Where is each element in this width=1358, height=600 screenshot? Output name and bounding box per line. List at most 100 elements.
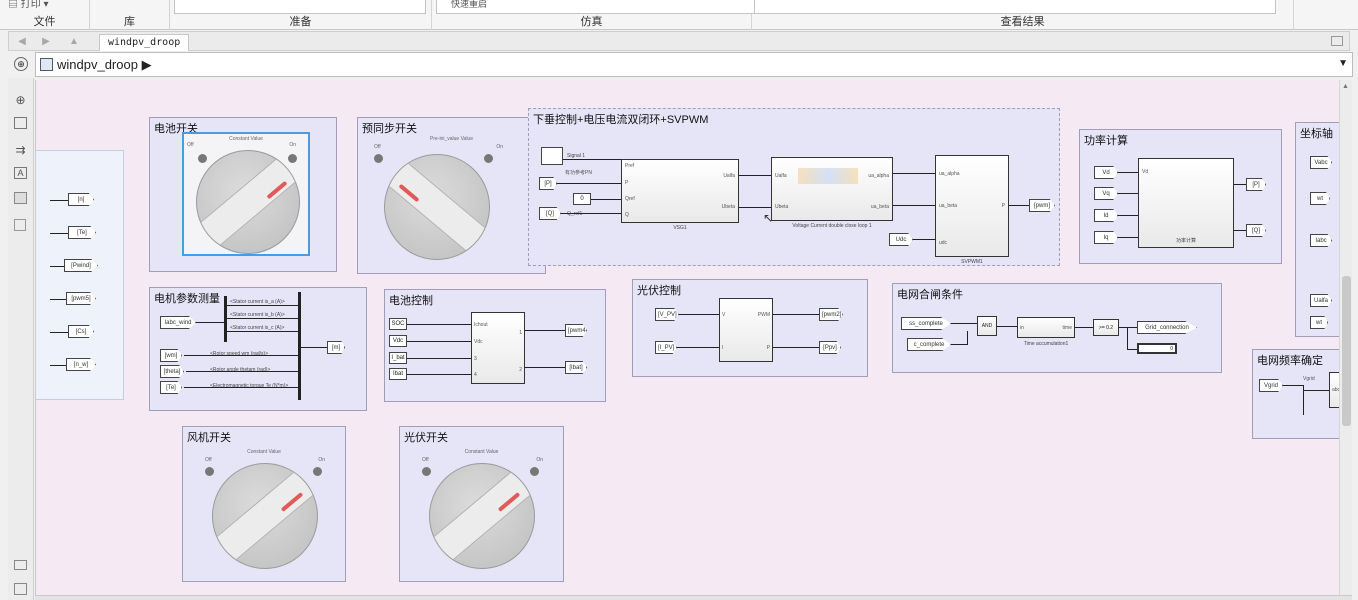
left-subsystem[interactable]: [n] [Te] [Pwind] [pwm5] [Cs] [n_w] [36, 150, 124, 400]
goto-tag[interactable]: [Ppv] [819, 341, 841, 354]
panel-menu-icon[interactable] [1331, 36, 1343, 46]
forward-button[interactable]: ▶ [39, 35, 53, 48]
mppt-block[interactable]: V I PWM P [719, 298, 773, 362]
battery-switch-subsystem[interactable]: 电池开关 Constant Value Off On [149, 117, 337, 272]
pv-control-subsystem[interactable]: 光伏控制 [V_PV] [I_PV] V I PWM P [pwm2] [Ppv… [632, 279, 868, 377]
goto-tag[interactable]: [Pwind] [64, 259, 98, 272]
goto-tag[interactable]: Grid_connection [1137, 321, 1197, 334]
zoom-icon[interactable]: ⊕ [12, 92, 29, 108]
screenshot-icon[interactable] [14, 560, 27, 570]
print-button[interactable]: ▤ 打印 ▾ [8, 0, 78, 12]
wind-switch-subsystem[interactable]: 风机开关 Constant Value Off On [182, 426, 346, 582]
compare-block[interactable]: >= 0.2 [1093, 319, 1119, 336]
goto-tag[interactable]: [Te] [160, 381, 182, 394]
from-tag[interactable]: Ualfa [1310, 294, 1332, 307]
goto-tag[interactable]: [pwm2] [819, 308, 843, 321]
breadcrumb[interactable]: windpv_droop ▶ [57, 57, 152, 73]
arrow-icon[interactable]: ⇉ [12, 142, 29, 158]
from-tag[interactable]: Ibat [389, 368, 407, 380]
knob-dial[interactable] [384, 154, 490, 260]
area-icon[interactable] [14, 219, 26, 231]
from-tag[interactable]: Id [1094, 209, 1118, 222]
goto-tag[interactable]: [Cs] [68, 325, 94, 338]
goto-tag[interactable]: [pwm] [1029, 199, 1055, 212]
goto-tag[interactable]: [pwm4] [565, 324, 587, 337]
scroll-up-icon[interactable]: ▲ [1342, 83, 1349, 90]
from-tag[interactable]: [V_PV] [655, 308, 679, 321]
step-icon[interactable] [541, 147, 563, 165]
back-button[interactable]: ◀ [15, 35, 29, 48]
explorer-icon[interactable] [14, 583, 27, 595]
from-tag[interactable]: Vgrid [1259, 379, 1283, 392]
from-tag[interactable]: Udc [889, 233, 913, 246]
voltage-current-loop-block[interactable]: Ualfa Ubeta ua_alpha ua_beta [771, 157, 893, 221]
time-accumulation-block[interactable]: in time [1017, 317, 1075, 338]
motor-measure-subsystem[interactable]: 电机参数测量 <Stator current is_a (A)> <Stator… [149, 287, 367, 411]
from-tag[interactable]: [P] [539, 177, 557, 190]
vertical-scrollbar[interactable]: ▲ [1339, 80, 1352, 595]
goto-tag[interactable]: [P] [1246, 178, 1266, 191]
and-block[interactable]: AND [977, 316, 997, 336]
power-calc-subsystem[interactable]: 功率计算 Vd Vq Id Iq Vd 功率计算 [P] [Q] [1079, 129, 1282, 264]
droop-control-subsystem[interactable]: 下垂控制+电压电流双闭环+SVPWM Signal 1 有功参考PN [P] 0… [528, 108, 1060, 266]
goto-tag[interactable]: [pwm5] [66, 292, 96, 305]
coordinate-subsystem[interactable]: 坐标轴 Vabc wt Iabc Ualfa wt [1295, 122, 1339, 337]
bus-selector[interactable] [224, 296, 227, 342]
from-tag[interactable]: [m] [327, 341, 345, 354]
address-dropdown-icon[interactable]: ▼ [1338, 58, 1348, 69]
goto-tag[interactable]: [wm] [160, 349, 182, 362]
goto-tag[interactable]: [n_w] [66, 358, 96, 371]
battery-control-subsystem[interactable]: 电池控制 SOC Vdc I_bat Ibat Ichout Vdc 3 4 1… [384, 289, 606, 402]
from-tag[interactable]: wt [1310, 192, 1330, 205]
presync-switch-subsystem[interactable]: 预同步开关 Pre-ini_value Value Off On [357, 117, 546, 274]
from-tag[interactable]: wt [1310, 316, 1328, 329]
from-tag[interactable]: I_bat [389, 352, 407, 364]
from-tag[interactable]: Vq [1094, 187, 1118, 200]
power-calc-block[interactable]: Vd 功率计算 [1138, 158, 1234, 248]
from-tag[interactable]: Vabc [1310, 156, 1332, 169]
goto-tag[interactable]: [Ibat] [565, 361, 587, 374]
fit-to-view-icon[interactable] [14, 117, 27, 129]
from-tag[interactable]: [I_PV] [655, 341, 677, 354]
annotation-icon[interactable]: A [14, 167, 27, 179]
pv-switch-subsystem[interactable]: 光伏开关 Constant Value Off On [399, 426, 564, 582]
hide-explorer-icon[interactable]: ⊕ [14, 57, 28, 71]
knob-dial[interactable] [196, 150, 300, 254]
battery-control-block[interactable]: Ichout Vdc 3 4 1 2 [471, 312, 525, 384]
goto-tag[interactable]: [Q] [1246, 224, 1266, 237]
from-tag[interactable]: Iq [1094, 231, 1118, 244]
goto-tag[interactable]: [n] [68, 193, 94, 206]
tab-windpv-droop[interactable]: windpv_droop [99, 34, 190, 51]
from-tag[interactable]: c_complete [907, 338, 951, 351]
results-dropdown[interactable] [754, 0, 1276, 14]
grid-connection-subsystem[interactable]: 电网合闸条件 ss_complete c_complete AND in tim… [892, 283, 1222, 373]
display-block[interactable]: 0 [1137, 343, 1177, 354]
off-label: Off [187, 142, 194, 148]
scrollbar-thumb[interactable] [1342, 276, 1351, 426]
knob-dial[interactable] [429, 463, 535, 569]
bus-selector[interactable] [298, 292, 301, 400]
knob-dial[interactable] [212, 463, 318, 569]
from-tag[interactable]: [Q] [539, 207, 561, 220]
from-tag[interactable]: Vdc [389, 335, 407, 347]
vsg-block[interactable]: Pref P Qref Q Ualfa Ubeta [621, 159, 739, 223]
from-tag[interactable]: Vd [1094, 166, 1118, 179]
from-tag[interactable]: SOC [389, 318, 407, 330]
goto-tag[interactable]: Iabc_wind [160, 316, 196, 329]
print-icon: ▤ [8, 0, 21, 10]
goto-tag[interactable]: [theta] [160, 365, 184, 378]
model-canvas[interactable]: [n] [Te] [Pwind] [pwm5] [Cs] [n_w] 电池开关 … [35, 80, 1339, 595]
up-button[interactable]: ▲ [67, 35, 81, 48]
image-icon[interactable] [14, 192, 27, 204]
constant-block[interactable]: 0 [573, 193, 591, 205]
rotary-switch[interactable]: Constant Value Off On [182, 132, 310, 256]
svpwm-block[interactable]: ua_alpha ua_beta udc P [935, 155, 1009, 257]
from-tag[interactable]: Iabc [1310, 234, 1332, 247]
from-tag[interactable]: ss_complete [901, 317, 951, 330]
horizontal-scrollbar[interactable] [35, 595, 1352, 600]
prepare-dropdown[interactable] [174, 0, 426, 14]
grid-frequency-subsystem[interactable]: 电网频率确定 Vgrid Vgrid abc [1252, 349, 1339, 439]
fast-restart-toggle[interactable]: 快速重启 [436, 0, 758, 14]
goto-tag[interactable]: [Te] [68, 226, 96, 239]
pll-block[interactable]: abc [1329, 372, 1339, 408]
